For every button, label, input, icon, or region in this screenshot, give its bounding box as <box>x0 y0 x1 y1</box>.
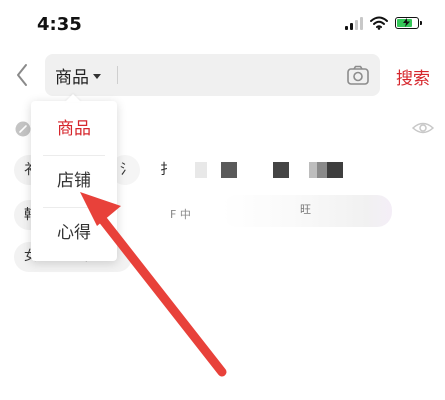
dropdown-item-notes[interactable]: 心得 <box>31 207 117 259</box>
wifi-icon <box>370 16 388 30</box>
caret-down-icon <box>93 73 101 79</box>
status-time: 4:35 <box>37 14 82 35</box>
dropdown-item-product[interactable]: 商品 <box>31 103 117 155</box>
search-input[interactable] <box>125 60 339 92</box>
signal-icon <box>345 16 363 30</box>
search-divider <box>117 66 118 84</box>
eye-icon[interactable] <box>412 119 434 137</box>
dropdown-item-store[interactable]: 店铺 <box>31 155 117 207</box>
history-chip[interactable]: F 中 <box>160 200 218 230</box>
clock-icon <box>15 121 31 137</box>
category-select-label: 商品 <box>55 67 89 88</box>
search-box: 商品 <box>45 54 380 96</box>
search-button[interactable]: 搜索 <box>396 64 430 89</box>
status-bar: 4:35 <box>0 0 445 50</box>
category-dropdown: 商品 店铺 心得 <box>31 101 117 261</box>
camera-icon[interactable] <box>346 63 370 87</box>
battery-charging-icon <box>395 17 422 29</box>
blurred-region <box>195 162 343 178</box>
search-header: 商品 搜索 <box>0 54 445 96</box>
category-select[interactable]: 商品 <box>55 54 101 96</box>
history-chip[interactable]: 扌 <box>150 155 190 185</box>
history-chip[interactable]: 旺 <box>222 195 392 227</box>
status-icons <box>345 16 422 30</box>
chevron-left-icon[interactable] <box>10 58 34 92</box>
